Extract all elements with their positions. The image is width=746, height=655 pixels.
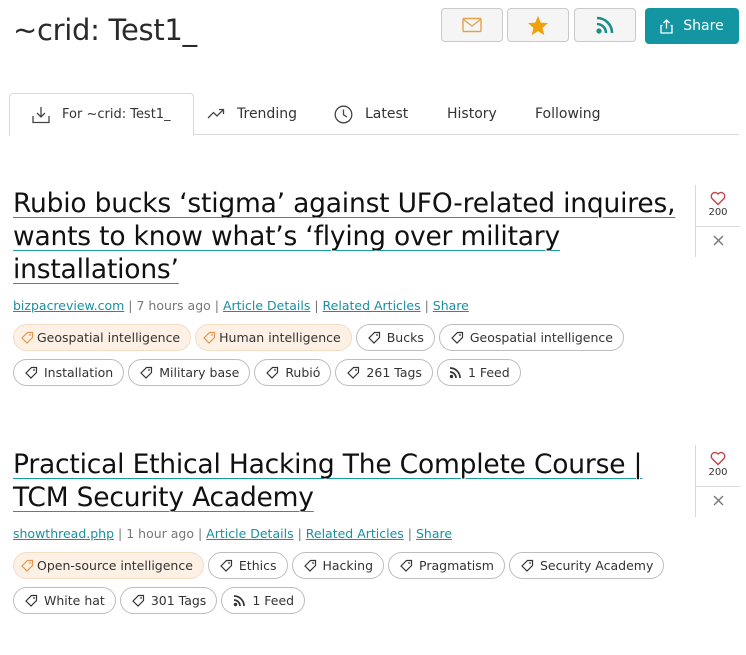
share-button[interactable]: Share: [645, 8, 739, 44]
article-title-link[interactable]: Rubio bucks ‘stigma’ against UFO-related…: [13, 187, 683, 286]
tag-count-chip[interactable]: 301 Tags: [119, 587, 218, 614]
tag-chip[interactable]: White hat: [13, 587, 116, 614]
tag-list: Open-source intelligence Ethics Hacking …: [13, 552, 683, 614]
tag-chip[interactable]: Hacking: [291, 552, 385, 579]
tab-for-crid[interactable]: For ~crid: Test1_: [9, 93, 194, 136]
article-card: Practical Ethical Hacking The Complete C…: [13, 448, 683, 614]
tab-label: Latest: [365, 106, 409, 122]
tag-chip[interactable]: Bucks: [355, 324, 435, 351]
heart-icon[interactable]: [710, 191, 726, 206]
tag-icon: [131, 594, 144, 607]
tab-history[interactable]: History: [447, 93, 497, 135]
source-link[interactable]: showthread.php: [13, 526, 114, 541]
tag-icon: [303, 559, 316, 572]
rss-subscribe-button[interactable]: [574, 8, 636, 42]
tag-icon: [21, 331, 34, 344]
tag-count-chip[interactable]: 261 Tags: [335, 359, 433, 386]
tag-icon: [347, 366, 360, 379]
tag-icon: [367, 331, 380, 344]
tag-list: Geospatial intelligence Human intelligen…: [13, 324, 683, 386]
tag-icon: [400, 559, 413, 572]
article-meta: showthread.php | 1 hour ago | Article De…: [13, 526, 453, 541]
tab-label: For ~crid: Test1_: [62, 107, 171, 122]
page-title: ~crid: Test1_: [13, 13, 197, 47]
article-details-link[interactable]: Article Details: [206, 526, 293, 541]
timestamp: 7 hours ago: [136, 298, 211, 313]
feed-count-chip[interactable]: 1 Feed: [436, 359, 521, 386]
timestamp: 1 hour ago: [126, 526, 194, 541]
tab-label: Following: [535, 106, 601, 122]
tag-chip[interactable]: Pragmatism: [388, 552, 505, 579]
share-button-label: Share: [683, 18, 724, 34]
share-icon: [660, 18, 673, 34]
star-icon: [527, 15, 549, 35]
tag-icon: [203, 331, 216, 344]
source-link[interactable]: bizpacreview.com: [13, 298, 124, 313]
like-count: 200: [708, 467, 728, 478]
tab-latest[interactable]: Latest: [334, 93, 408, 135]
tab-label: History: [447, 106, 497, 122]
rss-icon: [234, 595, 246, 607]
tag-icon: [140, 366, 153, 379]
article-title-link[interactable]: Practical Ethical Hacking The Complete C…: [13, 448, 683, 514]
tag-icon: [266, 366, 279, 379]
rss-icon: [449, 367, 461, 379]
close-icon[interactable]: [713, 495, 724, 506]
share-link[interactable]: Share: [433, 298, 469, 313]
tab-following[interactable]: Following: [535, 93, 601, 135]
tag-icon: [450, 331, 463, 344]
tag-chip[interactable]: Open-source intelligence: [13, 552, 204, 579]
feed-tabs: For ~crid: Test1_ Trending Latest Histor…: [9, 93, 739, 136]
article-details-link[interactable]: Article Details: [223, 298, 310, 313]
download-tray-icon: [32, 106, 50, 123]
envelope-icon: [462, 17, 482, 33]
article-meta: bizpacreview.com | 7 hours ago | Article…: [13, 298, 469, 313]
article-actions: 200: [695, 445, 740, 517]
tab-trending[interactable]: Trending: [207, 93, 297, 135]
related-articles-link[interactable]: Related Articles: [306, 526, 404, 541]
tag-chip[interactable]: Human intelligence: [195, 324, 352, 351]
tag-icon: [25, 594, 38, 607]
rss-icon: [596, 16, 614, 34]
tag-icon: [521, 559, 534, 572]
tag-chip[interactable]: Installation: [13, 359, 125, 386]
related-articles-link[interactable]: Related Articles: [323, 298, 421, 313]
trending-up-icon: [207, 108, 225, 119]
tag-chip[interactable]: Security Academy: [508, 552, 665, 579]
article-card: Rubio bucks ‘stigma’ against UFO-related…: [13, 187, 683, 386]
tag-chip[interactable]: Rubió: [254, 359, 332, 386]
tag-icon: [21, 559, 34, 572]
tag-chip[interactable]: Ethics: [207, 552, 288, 579]
article-actions: 200: [695, 185, 740, 257]
subscribe-email-button[interactable]: [441, 8, 503, 42]
tag-icon: [25, 366, 38, 379]
share-link[interactable]: Share: [416, 526, 452, 541]
heart-icon[interactable]: [710, 451, 726, 466]
like-count: 200: [708, 207, 728, 218]
favorite-button[interactable]: [507, 8, 569, 42]
tag-chip[interactable]: Geospatial intelligence: [13, 324, 192, 351]
tag-icon: [220, 559, 233, 572]
tag-chip[interactable]: Geospatial intelligence: [438, 324, 624, 351]
close-icon[interactable]: [713, 235, 724, 246]
clock-icon: [334, 105, 353, 123]
feed-count-chip[interactable]: 1 Feed: [221, 587, 306, 614]
tag-chip[interactable]: Military base: [128, 359, 251, 386]
tab-label: Trending: [237, 106, 297, 122]
